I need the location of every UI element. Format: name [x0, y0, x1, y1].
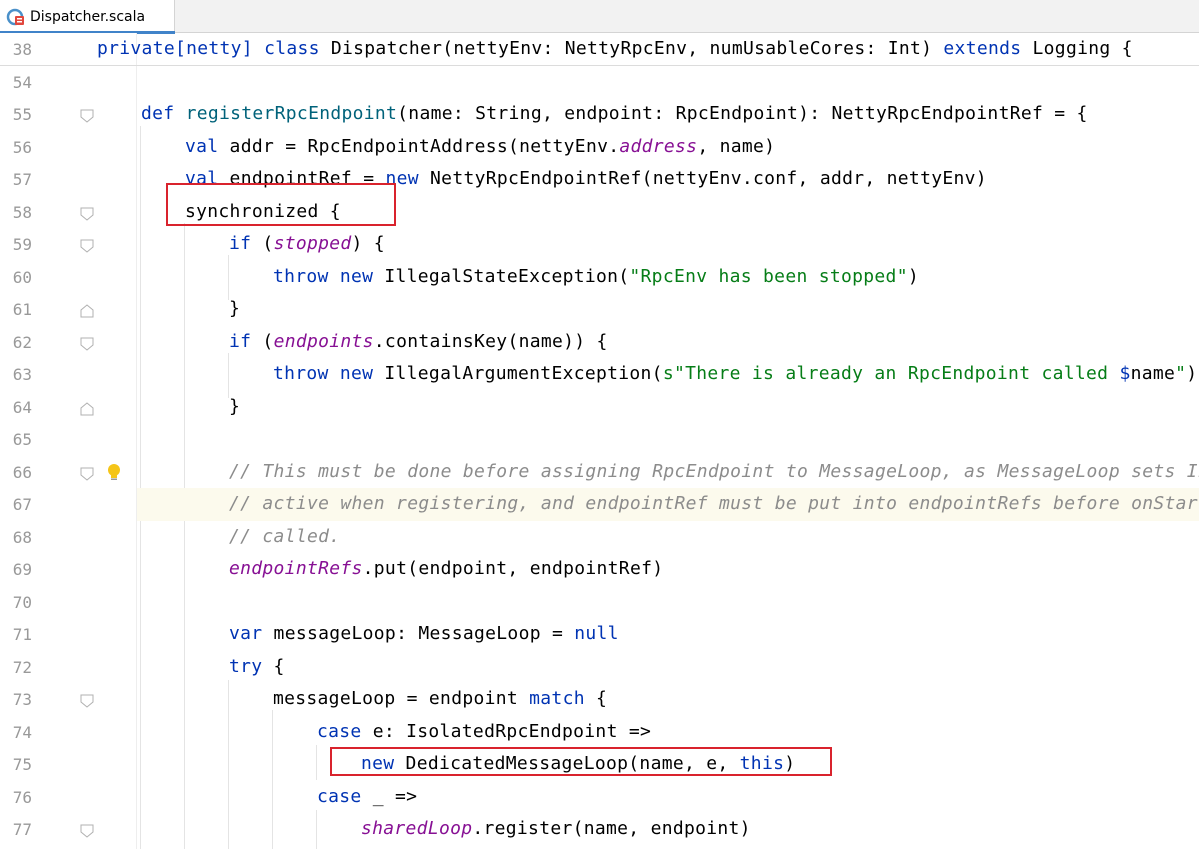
code-line: 38 private[netty] class Dispatcher(netty…	[0, 33, 1199, 66]
code-text: endpointRefs.put(endpoint, endpointRef)	[229, 558, 664, 579]
fold-icon[interactable]	[80, 693, 94, 708]
code-line: 56 val addr = RpcEndpointAddress(nettyEn…	[0, 131, 1199, 164]
code-line: 70	[0, 586, 1199, 619]
code-text: // active when registering, and endpoint…	[229, 493, 1199, 514]
bulb-icon[interactable]	[106, 463, 122, 483]
line-number: 58	[12, 202, 32, 222]
code-text: case _ =>	[317, 785, 418, 807]
line-number: 62	[12, 332, 32, 352]
code-text: throw new IllegalArgumentException(s"The…	[273, 363, 1198, 384]
line-number: 56	[12, 137, 32, 157]
line-number: 54	[12, 72, 32, 92]
code-line: 62 if (endpoints.containsKey(name)) {	[0, 326, 1199, 359]
code-text: }	[229, 395, 241, 417]
line-number: 66	[12, 462, 32, 482]
line-number: 70	[12, 592, 32, 612]
line-number: 65	[12, 430, 32, 449]
fold-end-icon[interactable]	[80, 401, 94, 415]
editor-tab-bar: Dispatcher.scala	[0, 0, 1199, 34]
code-line: 65	[0, 423, 1199, 456]
code-line: 54	[0, 66, 1199, 99]
fold-icon[interactable]	[80, 206, 94, 221]
line-number: 55	[12, 105, 32, 124]
code-line: 71 var messageLoop: MessageLoop = null	[0, 618, 1199, 651]
line-number: 38	[12, 40, 32, 59]
code-text: private[netty] class Dispatcher(nettyEnv…	[97, 38, 1133, 59]
line-number: 69	[12, 560, 32, 579]
tab-title: Dispatcher.scala	[30, 8, 146, 25]
code-text: var messageLoop: MessageLoop = null	[229, 623, 619, 644]
current-code-line: 67 // active when registering, and endpo…	[0, 488, 1199, 521]
tab-dispatcher-scala[interactable]: Dispatcher.scala	[0, 0, 175, 34]
code-text: throw new IllegalStateException("RpcEnv …	[273, 265, 919, 287]
highlight-box-synchronized	[166, 183, 396, 226]
line-number: 64	[12, 397, 32, 417]
line-number: 57	[12, 170, 32, 189]
code-line: 64 }	[0, 391, 1199, 424]
code-text: }	[229, 298, 241, 319]
line-number: 67	[12, 495, 32, 514]
line-number: 60	[12, 267, 32, 287]
code-line: 76 case _ =>	[0, 781, 1199, 814]
line-number: 71	[12, 625, 32, 644]
line-number: 75	[12, 755, 32, 774]
line-number: 74	[12, 722, 32, 742]
code-text: // called.	[229, 525, 341, 547]
code-text: case e: IsolatedRpcEndpoint =>	[317, 720, 652, 742]
fold-icon[interactable]	[80, 238, 94, 253]
fold-icon[interactable]	[80, 466, 94, 481]
scala-file-icon	[6, 7, 26, 27]
code-text: messageLoop = endpoint match {	[273, 688, 608, 709]
code-line: 59 if (stopped) {	[0, 228, 1199, 261]
code-line: 69 endpointRefs.put(endpoint, endpointRe…	[0, 553, 1199, 586]
code-line: 63 throw new IllegalArgumentException(s"…	[0, 358, 1199, 391]
fold-icon[interactable]	[80, 336, 94, 351]
line-number: 59	[12, 235, 32, 254]
line-number: 68	[12, 527, 32, 547]
code-line: 68 // called.	[0, 521, 1199, 554]
code-line: 55 def registerRpcEndpoint(name: String,…	[0, 98, 1199, 131]
code-text: // This must be done before assigning Rp…	[229, 460, 1199, 482]
line-number: 73	[12, 690, 32, 709]
code-line: 73 messageLoop = endpoint match {	[0, 683, 1199, 716]
code-line: 72 try {	[0, 651, 1199, 684]
line-number: 76	[12, 787, 32, 807]
code-line: 66 // This must be done before assigning…	[0, 456, 1199, 489]
code-text: val addr = RpcEndpointAddress(nettyEnv.a…	[185, 135, 776, 157]
code-editor[interactable]: 38 private[netty] class Dispatcher(netty…	[0, 33, 1199, 849]
code-text: sharedLoop.register(name, endpoint)	[361, 818, 751, 839]
fold-end-icon[interactable]	[80, 303, 94, 318]
code-text: def registerRpcEndpoint(name: String, en…	[141, 103, 1088, 124]
line-number: 77	[12, 820, 32, 839]
fold-icon[interactable]	[80, 823, 94, 838]
code-text: if (stopped) {	[229, 233, 385, 254]
line-number: 72	[12, 657, 32, 677]
line-number: 61	[12, 300, 32, 319]
fold-icon[interactable]	[80, 108, 94, 123]
line-number: 63	[12, 365, 32, 384]
code-line: 61 }	[0, 293, 1199, 326]
code-text: if (endpoints.containsKey(name)) {	[229, 330, 608, 352]
code-line: 60 throw new IllegalStateException("RpcE…	[0, 261, 1199, 294]
highlight-box-dedicated-message-loop	[330, 747, 832, 776]
code-line: 74 case e: IsolatedRpcEndpoint =>	[0, 716, 1199, 749]
code-text: try {	[229, 655, 285, 677]
code-line: 77 sharedLoop.register(name, endpoint)	[0, 813, 1199, 846]
